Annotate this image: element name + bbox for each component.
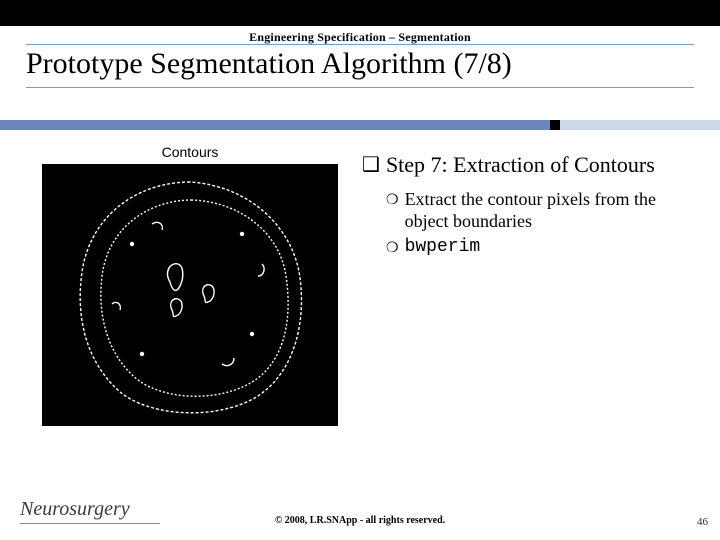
step-heading-text: Step 7: Extraction of Contours <box>386 152 655 178</box>
section-label: Engineering Specification – Segmentation <box>0 30 720 45</box>
sub-item-code: bwperim <box>405 236 481 258</box>
title-container: Prototype Segmentation Algorithm (7/8) <box>26 44 694 88</box>
sub-item-row: ❍ bwperim <box>386 236 696 258</box>
copyright-text: © 2008, LR.SNApp - all rights reserved. <box>0 515 720 526</box>
content-block: ❑ Step 7: Extraction of Contours ❍ Extra… <box>362 152 696 262</box>
sub-item-row: ❍ Extract the contour pixels from the ob… <box>386 188 696 232</box>
sub-item-text: Extract the contour pixels from the obje… <box>405 188 696 232</box>
slide-title: Prototype Segmentation Algorithm (7/8) <box>26 47 694 81</box>
figure-caption: Contours <box>42 140 338 164</box>
contour-image <box>42 164 338 426</box>
square-bullet-icon: ❑ <box>362 152 380 178</box>
step-heading-row: ❑ Step 7: Extraction of Contours <box>362 152 696 178</box>
accent-bar-light <box>560 120 720 130</box>
page-number: 46 <box>697 516 708 528</box>
slide: Engineering Specification – Segmentation… <box>0 0 720 540</box>
circle-bullet-icon: ❍ <box>386 190 399 234</box>
brain-contour-svg <box>42 164 338 426</box>
accent-bar-gap <box>550 120 560 130</box>
top-black-bar <box>0 0 720 26</box>
figure-block: Contours <box>42 140 338 426</box>
circle-bullet-icon: ❍ <box>386 238 399 260</box>
